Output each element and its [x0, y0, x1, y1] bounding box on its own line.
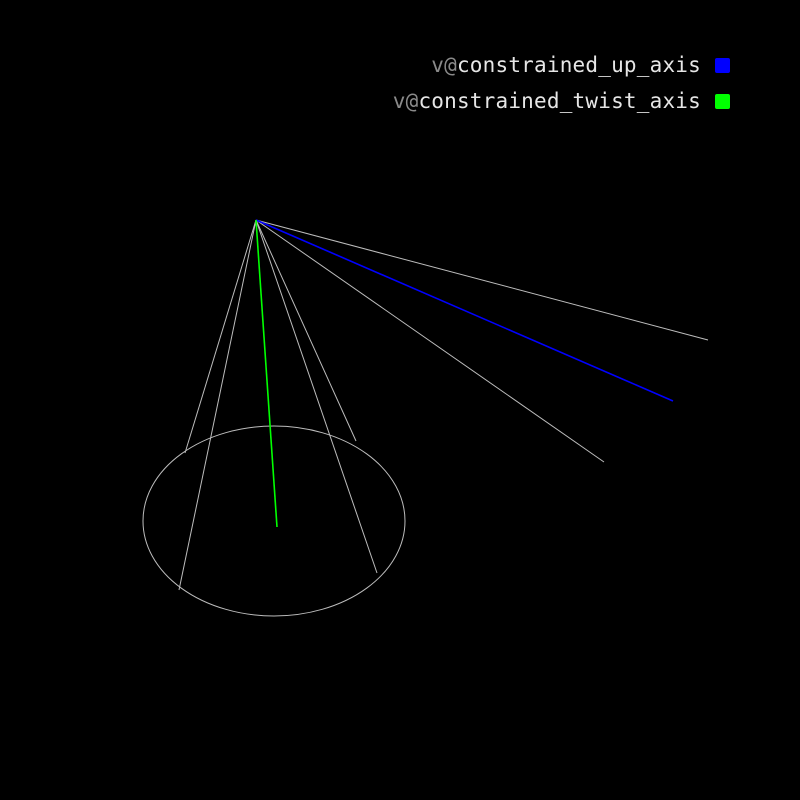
up-limit-line: [255, 219, 709, 341]
legend-label: constrained_twist_axis: [418, 89, 701, 113]
legend-prefix: v@: [392, 89, 419, 113]
cone-edge-line: [255, 219, 357, 442]
viewport-canvas: [142, 219, 709, 617]
legend-prefix: v@: [431, 53, 457, 77]
legend: v@ constrained_up_axis v@ constrained_twis…: [393, 52, 730, 114]
cone-edge-line: [178, 219, 257, 591]
legend-swatch-green: [715, 93, 730, 109]
legend-swatch-blue: [715, 57, 730, 73]
cone-edge-line: [255, 219, 378, 574]
cone-edge-line: [184, 219, 257, 454]
twist-limit-ellipse: [142, 425, 406, 617]
legend-label: constrained_up_axis: [456, 53, 701, 77]
up-axis-guides: [255, 219, 709, 463]
up-limit-line: [255, 219, 605, 463]
twist-cone-guides: [142, 219, 406, 617]
constrained-up-axis-line: [255, 219, 674, 402]
constrained-twist-axis-line: [255, 219, 278, 528]
legend-item-twist-axis: v@ constrained_twist_axis: [393, 88, 730, 114]
legend-item-up-axis: v@ constrained_up_axis: [431, 52, 730, 78]
